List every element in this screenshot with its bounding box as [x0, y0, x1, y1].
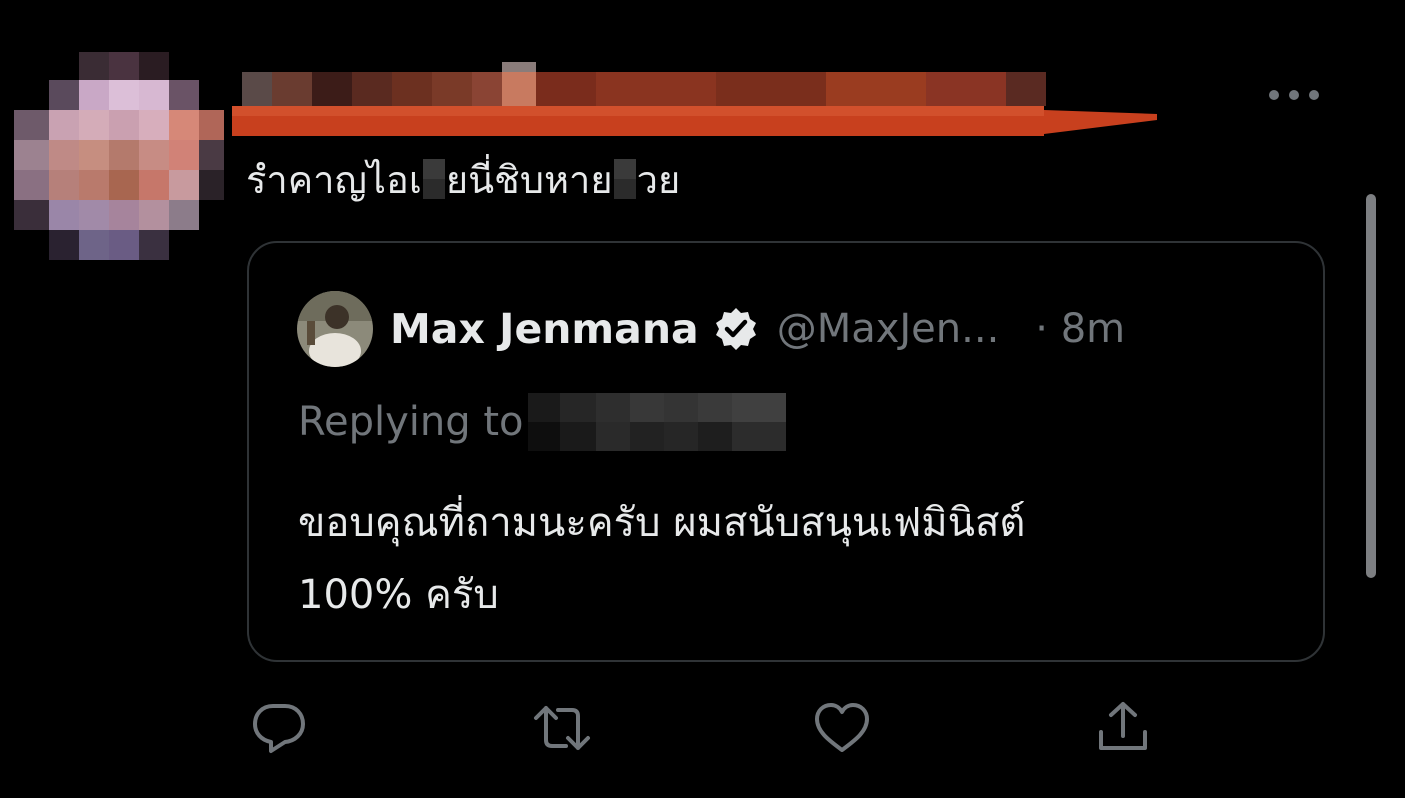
retweet-icon [534, 706, 590, 750]
quoted-author-handle[interactable]: @MaxJen... [777, 306, 1000, 352]
tweet-text-part2: ยนี่ชิบหาย [445, 157, 613, 202]
quoted-tweet-line1: ขอบคุณที่ถามนะครับ ผมสนับสนุนเฟมินิสต์ [298, 500, 1026, 546]
censor-block [613, 159, 636, 199]
share-icon [1099, 702, 1147, 750]
tweet-text: รำคาญไอเ ยนี่ชิบหาย วย [246, 148, 680, 210]
like-icon [815, 703, 869, 752]
tweet-text-part1: รำคาญไอเ [246, 157, 422, 202]
author-name-censored[interactable] [232, 62, 1162, 146]
reply-button[interactable] [247, 696, 311, 760]
replying-to-censored [527, 393, 786, 451]
replying-to: Replying to [298, 391, 786, 453]
more-options-icon[interactable] [1262, 80, 1326, 110]
scrollbar[interactable] [1366, 194, 1376, 578]
censor-block [422, 159, 445, 199]
quoted-tweet-text: ขอบคุณที่ถามนะครับ ผมสนับสนุนเฟมินิสต์ 1… [298, 487, 1288, 631]
replying-to-label: Replying to [298, 399, 524, 445]
verified-badge-icon [715, 308, 756, 350]
author-avatar[interactable] [14, 52, 224, 272]
tweet-text-part3: วย [636, 157, 681, 202]
quoted-author-name[interactable]: Max Jenmana [390, 305, 699, 353]
quoted-tweet-line2: 100% ครับ [298, 572, 499, 618]
quoted-tweet-header: Max Jenmana @MaxJen... · 8m [390, 299, 1125, 359]
quoted-tweet-card[interactable]: Max Jenmana @MaxJen... · 8m Replying to [247, 241, 1325, 662]
share-button[interactable] [1091, 696, 1155, 760]
reply-icon [253, 704, 305, 753]
like-button[interactable] [810, 696, 874, 760]
quoted-author-avatar[interactable] [297, 291, 373, 367]
retweet-button[interactable] [530, 696, 594, 760]
quoted-tweet-time[interactable]: · 8m [1035, 306, 1125, 352]
